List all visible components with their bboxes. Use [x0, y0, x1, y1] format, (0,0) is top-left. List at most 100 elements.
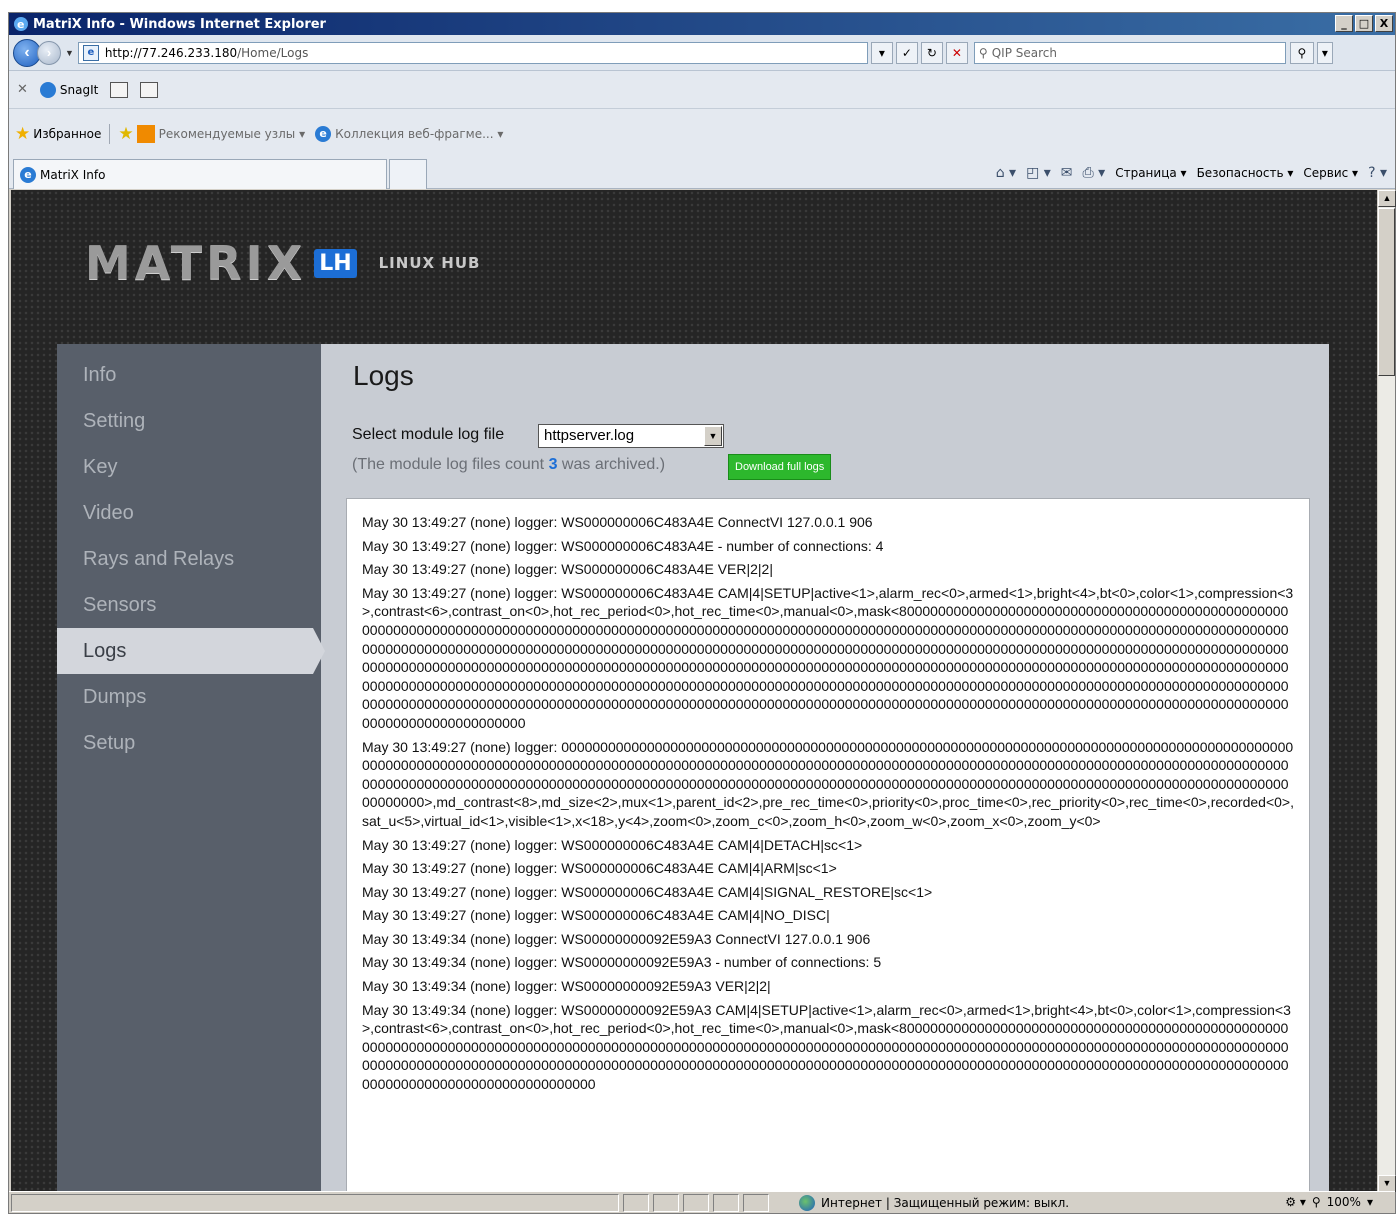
page-menu[interactable]: Страница ▾	[1115, 166, 1186, 180]
sidebar-item-key[interactable]: Key	[57, 444, 321, 490]
archived-note: (The module log files count 3 was archiv…	[352, 456, 665, 474]
status-cell	[713, 1194, 739, 1212]
browser-window: e MatriX Info - Windows Internet Explore…	[8, 12, 1396, 1214]
log-line: May 30 13:49:27 (none) logger: WS0000000…	[362, 561, 773, 578]
home-icon[interactable]: ⌂ ▾	[996, 165, 1016, 181]
log-line: May 30 13:49:34 (none) logger: WS0000000…	[362, 930, 871, 947]
scroll-up-icon[interactable]: ▲	[1378, 190, 1396, 207]
stop-icon[interactable]: ✕	[945, 41, 968, 64]
search-options-icon[interactable]: ▾	[1316, 41, 1333, 64]
snagit-icon	[39, 81, 56, 98]
feeds-icon[interactable]: ◰ ▾	[1026, 165, 1051, 181]
recommended-sites-label: Рекомендуемые узлы ▾	[158, 127, 306, 141]
zoom-dropdown-icon[interactable]: ▾	[1367, 1195, 1373, 1209]
security-zone[interactable]: Интернет | Защищенный режим: выкл.	[799, 1195, 1069, 1211]
refresh-icon[interactable]: ↻	[920, 41, 943, 64]
search-input[interactable]: ⚲ QIP Search	[973, 41, 1286, 64]
tab-bar: e MatriX Info ⌂ ▾ ◰ ▾ ✉ ⎙ ▾ Страница ▾ Б…	[9, 159, 1395, 189]
log-file-select-value: httpserver.log	[544, 427, 635, 444]
sidebar-item-logs[interactable]: Logs	[57, 628, 325, 674]
history-dropdown-icon[interactable]: ▼	[65, 48, 74, 58]
favorites-bar: ★ Избранное ★ Рекомендуемые узлы ▾ e Кол…	[9, 109, 1395, 159]
search-placeholder: QIP Search	[991, 45, 1057, 60]
sidebar-item-setup[interactable]: Setup	[57, 720, 321, 766]
sidebar-item-rays-and-relays[interactable]: Rays and Relays	[57, 536, 321, 582]
download-full-logs-button[interactable]: Download full logs	[728, 454, 832, 480]
title-bar: e MatriX Info - Windows Internet Explore…	[9, 13, 1395, 35]
popup-blocker-icon[interactable]: ⚙ ▾	[1285, 1195, 1306, 1209]
sidebar-item-dumps[interactable]: Dumps	[57, 674, 321, 720]
mail-icon[interactable]: ✉	[1061, 165, 1073, 181]
url-host: http://77.246.233.180	[104, 45, 238, 60]
content-frame: Info Setting Key Video Rays and Relays S…	[57, 344, 1329, 1192]
web-slice-gallery-button[interactable]: e Коллекция веб-фрагме... ▾	[315, 126, 503, 142]
status-cell	[683, 1194, 709, 1212]
zoom-control[interactable]: ⚙ ▾ ⚲ 100% ▾	[1285, 1195, 1373, 1209]
close-toolbar-icon[interactable]: ✕	[17, 82, 28, 97]
ie-icon: e	[315, 126, 332, 142]
sidebar-item-info[interactable]: Info	[57, 352, 321, 398]
select-log-label: Select module log file	[352, 426, 505, 443]
status-cell	[743, 1194, 769, 1212]
search-icon: ⚲	[978, 45, 988, 60]
logo-text: MATRIX	[85, 236, 307, 290]
forward-button[interactable]: ›	[37, 40, 61, 65]
log-line: May 30 13:49:34 (none) logger: WS0000000…	[362, 978, 771, 995]
log-file-select[interactable]: httpserver.log ▼	[538, 424, 724, 448]
window-title: MatriX Info - Windows Internet Explorer	[33, 16, 326, 32]
close-window-button[interactable]: X	[1375, 15, 1393, 32]
web-slice-gallery-label: Коллекция веб-фрагме... ▾	[335, 127, 504, 141]
url-path: /Home/Logs	[237, 45, 309, 60]
log-line: May 30 13:49:27 (none) logger: WS0000000…	[362, 860, 837, 877]
log-line: May 30 13:49:27 (none) logger: WS0000000…	[362, 907, 830, 924]
print-icon[interactable]: ⎙ ▾	[1083, 165, 1106, 181]
archived-prefix: (The module log files count	[352, 456, 545, 473]
status-cell	[623, 1194, 649, 1212]
maximize-button[interactable]: □	[1355, 15, 1373, 32]
add-favorite-icon[interactable]: ★	[118, 124, 133, 144]
snagit-button[interactable]: SnagIt	[39, 81, 99, 98]
site-logo[interactable]: MATRIX LH LINUX HUB	[85, 236, 480, 290]
search-go-icon[interactable]: ⚲	[1289, 41, 1314, 64]
favorites-button[interactable]: Избранное	[33, 127, 101, 141]
sidebar-item-video[interactable]: Video	[57, 490, 321, 536]
log-output[interactable]: May 30 13:49:27 (none) logger: WS0000000…	[346, 498, 1310, 1192]
zoom-icon: ⚲	[1311, 1195, 1321, 1209]
minimize-button[interactable]: _	[1335, 15, 1353, 32]
capture-options-button[interactable]	[140, 81, 159, 98]
page-check-icon[interactable]: ✓	[895, 41, 918, 64]
scroll-down-icon[interactable]: ▼	[1378, 1175, 1396, 1192]
chevron-down-icon[interactable]: ▼	[704, 426, 722, 446]
sidebar-item-setting[interactable]: Setting	[57, 398, 321, 444]
main-content: Logs Select module log file httpserver.l…	[321, 344, 1329, 1192]
status-text-cell	[11, 1194, 619, 1212]
vertical-scrollbar[interactable]: ▲ ▼	[1377, 190, 1396, 1192]
url-input[interactable]: e http://77.246.233.180 /Home/Logs	[77, 41, 868, 64]
globe-icon	[799, 1195, 815, 1211]
page-viewport: MATRIX LH LINUX HUB Info Setting Key Vid…	[11, 190, 1377, 1192]
security-menu[interactable]: Безопасность ▾	[1197, 166, 1294, 180]
sidebar: Info Setting Key Video Rays and Relays S…	[57, 344, 325, 1192]
log-line: May 30 13:49:27 (none) logger: WS0000000…	[362, 514, 873, 530]
security-zone-label: Интернет | Защищенный режим: выкл.	[821, 1196, 1070, 1210]
status-cell	[653, 1194, 679, 1212]
log-line: May 30 13:49:27 (none) logger: WS0000000…	[362, 836, 863, 853]
logo-badge: LH	[314, 248, 357, 278]
sidebar-item-sensors[interactable]: Sensors	[57, 582, 321, 628]
address-bar: ‹ › ▼ e http://77.246.233.180 /Home/Logs…	[9, 35, 1395, 71]
new-tab-button[interactable]	[389, 159, 427, 189]
archived-count: 3	[548, 456, 558, 473]
logo-subtitle: LINUX HUB	[378, 254, 481, 272]
svg-text:e: e	[17, 18, 24, 31]
help-icon[interactable]: ? ▾	[1368, 165, 1387, 181]
capture-window-button[interactable]	[110, 81, 129, 98]
log-line: May 30 13:49:34 (none) logger: WS0000000…	[362, 1001, 1291, 1093]
tools-menu[interactable]: Сервис ▾	[1303, 166, 1358, 180]
scroll-thumb[interactable]	[1378, 208, 1395, 376]
recommended-sites-button[interactable]: Рекомендуемые узлы ▾	[136, 125, 306, 143]
snagit-label: SnagIt	[59, 82, 99, 97]
divider	[109, 124, 111, 144]
log-line: May 30 13:49:27 (none) logger: WS0000000…	[362, 537, 884, 554]
tab-matrix-info[interactable]: e MatriX Info	[13, 159, 387, 189]
compat-view-icon[interactable]: ▾	[870, 41, 893, 64]
